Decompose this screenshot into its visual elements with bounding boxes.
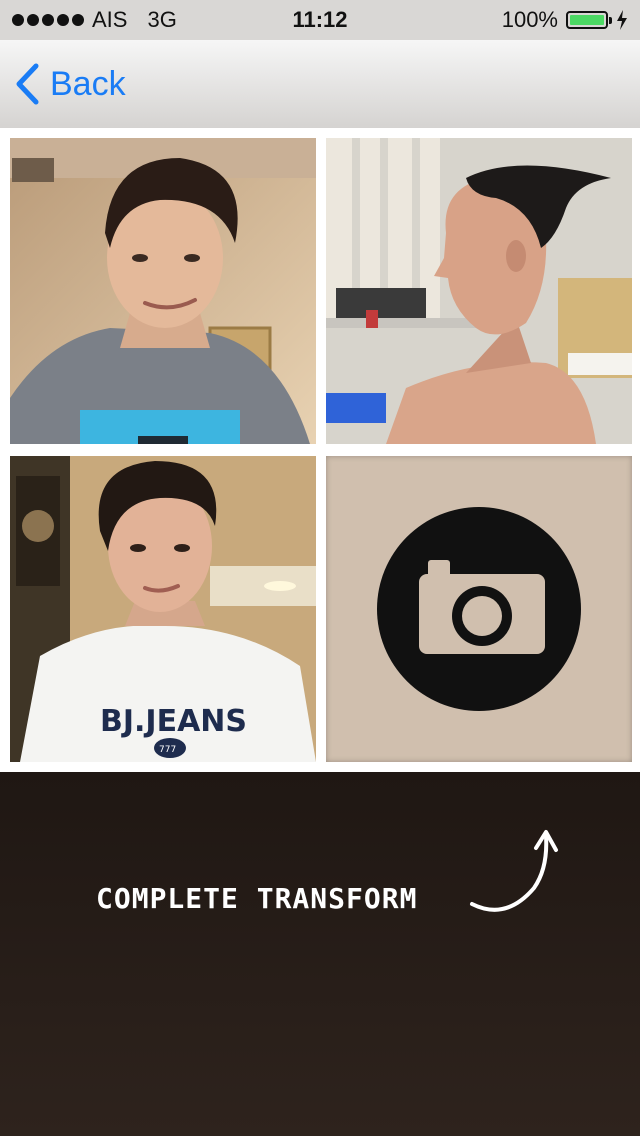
photo-profile-side[interactable] bbox=[326, 138, 632, 444]
add-photo-camera-button[interactable] bbox=[326, 456, 632, 762]
shirt-badge-text: 777 bbox=[159, 745, 176, 755]
status-bar: AIS 3G 11:12 100% bbox=[0, 0, 640, 40]
bottom-panel: COMPLETE TRANSFORM bbox=[0, 772, 640, 1136]
camera-icon bbox=[377, 507, 581, 711]
battery-fill bbox=[570, 15, 604, 25]
charging-bolt-icon bbox=[617, 10, 627, 30]
complete-transform-button[interactable]: COMPLETE TRANSFORM bbox=[96, 882, 417, 915]
curved-arrow-icon bbox=[470, 830, 558, 912]
photo-selfie-smile[interactable] bbox=[10, 138, 316, 444]
back-label: Back bbox=[50, 64, 126, 103]
photo-grid: BJ.JEANS 777 bbox=[0, 128, 640, 772]
back-button[interactable]: Back bbox=[14, 60, 126, 108]
shirt-text: BJ.JEANS bbox=[100, 704, 247, 739]
battery-percent: 100% bbox=[501, 7, 558, 32]
navigation-bar: Back bbox=[0, 40, 640, 129]
photo-selfie-tshirt[interactable]: BJ.JEANS 777 bbox=[10, 456, 316, 762]
chevron-left-icon bbox=[16, 63, 39, 105]
status-right: 100% bbox=[502, 7, 628, 33]
battery-icon bbox=[566, 11, 612, 29]
